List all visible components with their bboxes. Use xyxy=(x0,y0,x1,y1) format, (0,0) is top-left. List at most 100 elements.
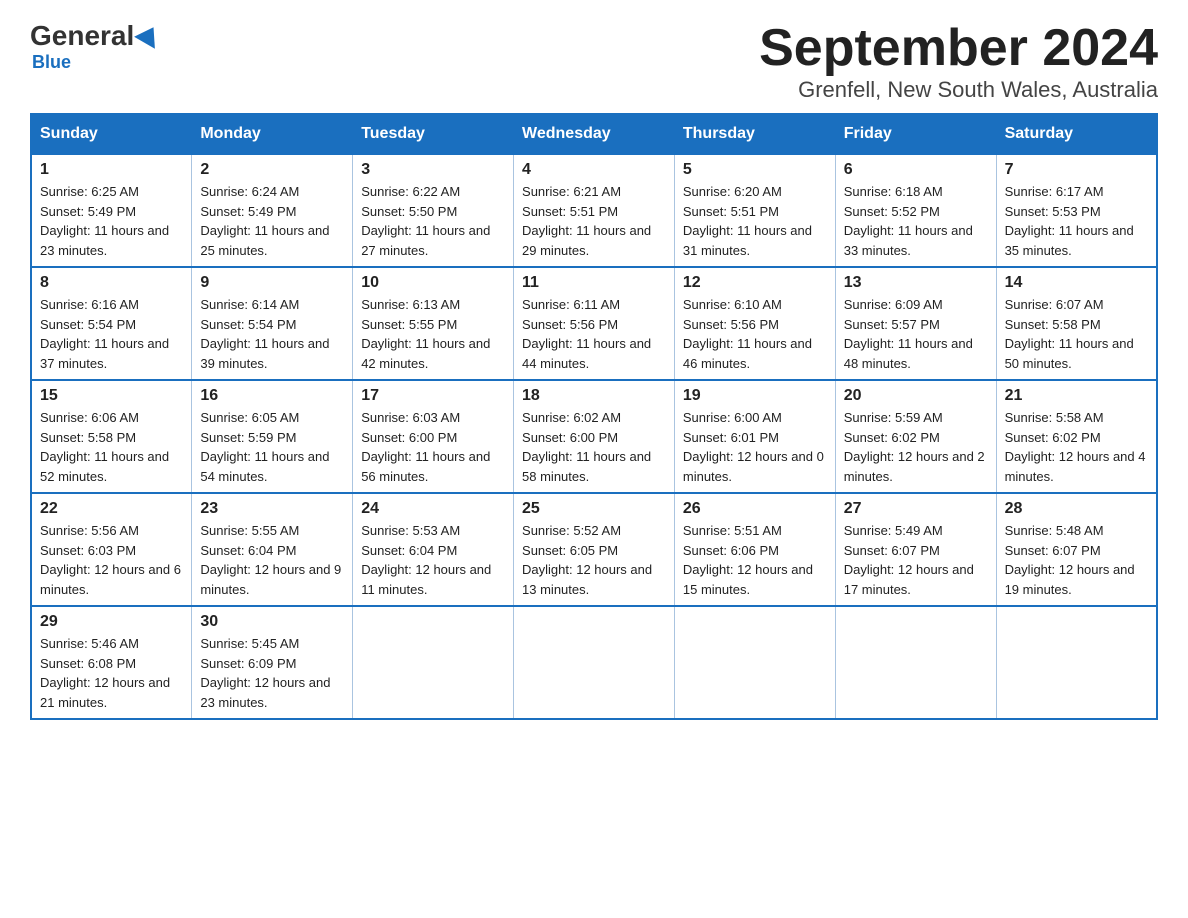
location-title: Grenfell, New South Wales, Australia xyxy=(759,77,1158,103)
calendar-table: SundayMondayTuesdayWednesdayThursdayFrid… xyxy=(30,113,1158,720)
calendar-cell: 26Sunrise: 5:51 AMSunset: 6:06 PMDayligh… xyxy=(674,493,835,606)
calendar-cell: 30 Sunrise: 5:45 AMSunset: 6:09 PMDayligh… xyxy=(192,606,353,719)
day-info: Sunrise: 6:06 AMSunset: 5:58 PMDaylight:… xyxy=(40,408,183,486)
day-info: Sunrise: 5:56 AMSunset: 6:03 PMDaylight:… xyxy=(40,521,183,599)
day-number: 18 xyxy=(522,387,666,405)
day-info: Sunrise: 6:18 AMSunset: 5:52 PMDaylight:… xyxy=(844,182,988,260)
calendar-cell xyxy=(674,606,835,719)
calendar-cell: 16Sunrise: 6:05 AMSunset: 5:59 PMDayligh… xyxy=(192,380,353,493)
title-section: September 2024 Grenfell, New South Wales… xyxy=(759,20,1158,103)
day-info: Sunrise: 6:11 AMSunset: 5:56 PMDaylight:… xyxy=(522,295,666,373)
logo-triangle-icon xyxy=(134,21,164,49)
day-info: Sunrise: 6:13 AMSunset: 5:55 PMDaylight:… xyxy=(361,295,505,373)
day-number: 23 xyxy=(200,500,344,518)
day-number: 27 xyxy=(844,500,988,518)
calendar-week-row: 1 Sunrise: 6:25 AMSunset: 5:49 PMDaylight… xyxy=(31,154,1157,267)
calendar-cell xyxy=(835,606,996,719)
day-number: 9 xyxy=(200,274,344,292)
day-info: Sunrise: 5:51 AMSunset: 6:06 PMDaylight:… xyxy=(683,521,827,599)
day-number: 16 xyxy=(200,387,344,405)
calendar-header-sunday: Sunday xyxy=(31,114,192,154)
calendar-cell: 21 Sunrise: 5:58 AMSunset: 6:02 PMDayligh… xyxy=(996,380,1157,493)
calendar-cell: 17 Sunrise: 6:03 AMSunset: 6:00 PMDayligh… xyxy=(353,380,514,493)
calendar-header-tuesday: Tuesday xyxy=(353,114,514,154)
calendar-cell: 3 Sunrise: 6:22 AMSunset: 5:50 PMDaylight… xyxy=(353,154,514,267)
page-header: General Blue September 2024 Grenfell, Ne… xyxy=(30,20,1158,103)
calendar-cell: 24Sunrise: 5:53 AMSunset: 6:04 PMDayligh… xyxy=(353,493,514,606)
day-info: Sunrise: 5:46 AMSunset: 6:08 PMDaylight:… xyxy=(40,634,183,712)
calendar-week-row: 29 Sunrise: 5:46 AMSunset: 6:08 PMDayligh… xyxy=(31,606,1157,719)
day-number: 7 xyxy=(1005,161,1148,179)
calendar-cell: 4 Sunrise: 6:21 AMSunset: 5:51 PMDaylight… xyxy=(514,154,675,267)
day-number: 19 xyxy=(683,387,827,405)
day-info: Sunrise: 6:03 AMSunset: 6:00 PMDaylight:… xyxy=(361,408,505,486)
calendar-cell: 14Sunrise: 6:07 AMSunset: 5:58 PMDayligh… xyxy=(996,267,1157,380)
calendar-header-row: SundayMondayTuesdayWednesdayThursdayFrid… xyxy=(31,114,1157,154)
calendar-cell: 12Sunrise: 6:10 AMSunset: 5:56 PMDayligh… xyxy=(674,267,835,380)
day-number: 8 xyxy=(40,274,183,292)
logo-general-text: General xyxy=(30,20,134,52)
day-number: 1 xyxy=(40,161,183,179)
day-number: 4 xyxy=(522,161,666,179)
day-number: 20 xyxy=(844,387,988,405)
calendar-header-thursday: Thursday xyxy=(674,114,835,154)
calendar-cell xyxy=(996,606,1157,719)
calendar-cell: 7Sunrise: 6:17 AMSunset: 5:53 PMDaylight… xyxy=(996,154,1157,267)
day-number: 11 xyxy=(522,274,666,292)
day-info: Sunrise: 6:22 AMSunset: 5:50 PMDaylight:… xyxy=(361,182,505,260)
day-number: 22 xyxy=(40,500,183,518)
calendar-cell: 18 Sunrise: 6:02 AMSunset: 6:00 PMDayligh… xyxy=(514,380,675,493)
calendar-cell: 23Sunrise: 5:55 AMSunset: 6:04 PMDayligh… xyxy=(192,493,353,606)
calendar-header-wednesday: Wednesday xyxy=(514,114,675,154)
day-number: 15 xyxy=(40,387,183,405)
calendar-header-friday: Friday xyxy=(835,114,996,154)
day-number: 30 xyxy=(200,613,344,631)
day-info: Sunrise: 6:25 AMSunset: 5:49 PMDaylight:… xyxy=(40,182,183,260)
day-info: Sunrise: 5:48 AMSunset: 6:07 PMDaylight:… xyxy=(1005,521,1148,599)
calendar-cell: 22 Sunrise: 5:56 AMSunset: 6:03 PMDayligh… xyxy=(31,493,192,606)
calendar-cell xyxy=(353,606,514,719)
day-number: 29 xyxy=(40,613,183,631)
calendar-header-monday: Monday xyxy=(192,114,353,154)
calendar-cell xyxy=(514,606,675,719)
calendar-cell: 15 Sunrise: 6:06 AMSunset: 5:58 PMDayligh… xyxy=(31,380,192,493)
day-info: Sunrise: 5:45 AMSunset: 6:09 PMDaylight:… xyxy=(200,634,344,712)
calendar-cell: 27 Sunrise: 5:49 AMSunset: 6:07 PMDayligh… xyxy=(835,493,996,606)
calendar-week-row: 22 Sunrise: 5:56 AMSunset: 6:03 PMDayligh… xyxy=(31,493,1157,606)
calendar-cell: 5Sunrise: 6:20 AMSunset: 5:51 PMDaylight… xyxy=(674,154,835,267)
day-number: 25 xyxy=(522,500,666,518)
day-number: 14 xyxy=(1005,274,1148,292)
day-info: Sunrise: 6:14 AMSunset: 5:54 PMDaylight:… xyxy=(200,295,344,373)
day-number: 12 xyxy=(683,274,827,292)
calendar-cell: 25 Sunrise: 5:52 AMSunset: 6:05 PMDayligh… xyxy=(514,493,675,606)
day-info: Sunrise: 6:09 AMSunset: 5:57 PMDaylight:… xyxy=(844,295,988,373)
logo: General Blue xyxy=(30,20,161,73)
month-title: September 2024 xyxy=(759,20,1158,77)
day-number: 10 xyxy=(361,274,505,292)
day-info: Sunrise: 6:20 AMSunset: 5:51 PMDaylight:… xyxy=(683,182,827,260)
day-number: 3 xyxy=(361,161,505,179)
calendar-cell: 1 Sunrise: 6:25 AMSunset: 5:49 PMDaylight… xyxy=(31,154,192,267)
day-number: 21 xyxy=(1005,387,1148,405)
day-info: Sunrise: 5:49 AMSunset: 6:07 PMDaylight:… xyxy=(844,521,988,599)
day-number: 28 xyxy=(1005,500,1148,518)
day-info: Sunrise: 5:52 AMSunset: 6:05 PMDaylight:… xyxy=(522,521,666,599)
calendar-cell: 13Sunrise: 6:09 AMSunset: 5:57 PMDayligh… xyxy=(835,267,996,380)
day-number: 17 xyxy=(361,387,505,405)
day-info: Sunrise: 5:58 AMSunset: 6:02 PMDaylight:… xyxy=(1005,408,1148,486)
day-info: Sunrise: 6:16 AMSunset: 5:54 PMDaylight:… xyxy=(40,295,183,373)
day-info: Sunrise: 6:21 AMSunset: 5:51 PMDaylight:… xyxy=(522,182,666,260)
calendar-cell: 9 Sunrise: 6:14 AMSunset: 5:54 PMDaylight… xyxy=(192,267,353,380)
calendar-cell: 11 Sunrise: 6:11 AMSunset: 5:56 PMDayligh… xyxy=(514,267,675,380)
calendar-week-row: 8 Sunrise: 6:16 AMSunset: 5:54 PMDaylight… xyxy=(31,267,1157,380)
day-number: 2 xyxy=(200,161,344,179)
calendar-week-row: 15 Sunrise: 6:06 AMSunset: 5:58 PMDayligh… xyxy=(31,380,1157,493)
day-info: Sunrise: 6:00 AMSunset: 6:01 PMDaylight:… xyxy=(683,408,827,486)
day-info: Sunrise: 5:59 AMSunset: 6:02 PMDaylight:… xyxy=(844,408,988,486)
day-info: Sunrise: 6:02 AMSunset: 6:00 PMDaylight:… xyxy=(522,408,666,486)
calendar-cell: 10 Sunrise: 6:13 AMSunset: 5:55 PMDayligh… xyxy=(353,267,514,380)
calendar-cell: 29 Sunrise: 5:46 AMSunset: 6:08 PMDayligh… xyxy=(31,606,192,719)
calendar-cell: 2Sunrise: 6:24 AMSunset: 5:49 PMDaylight… xyxy=(192,154,353,267)
calendar-cell: 28 Sunrise: 5:48 AMSunset: 6:07 PMDayligh… xyxy=(996,493,1157,606)
logo-blue-text: Blue xyxy=(32,52,71,73)
